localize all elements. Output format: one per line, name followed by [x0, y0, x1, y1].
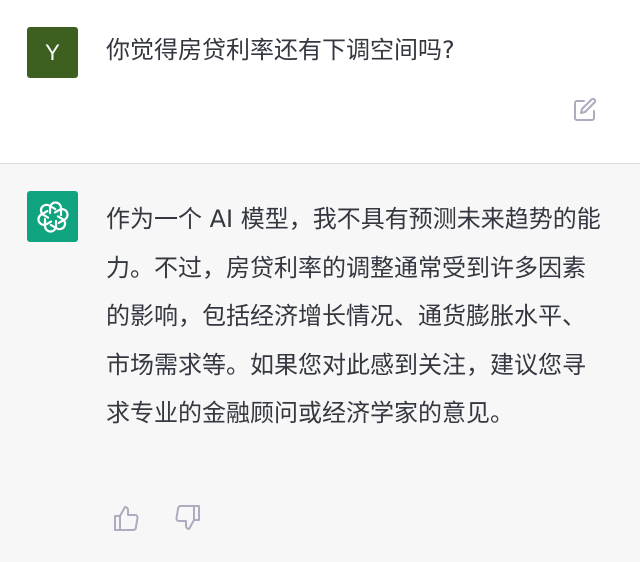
thumbs-up-icon[interactable]: [110, 502, 142, 534]
user-avatar: Y: [27, 27, 78, 78]
thumbs-down-icon[interactable]: [172, 502, 204, 534]
edit-icon[interactable]: [571, 96, 599, 124]
user-message-text: 你觉得房贷利率还有下调空间吗?: [106, 36, 455, 64]
assistant-message-row: 作为一个 AI 模型，我不具有预测未来趋势的能力。不过，房贷利率的调整通常受到许…: [0, 164, 640, 562]
user-avatar-letter: Y: [45, 39, 60, 65]
assistant-avatar: [27, 191, 78, 242]
openai-logo-icon: [36, 200, 69, 233]
user-message-row: Y 你觉得房贷利率还有下调空间吗?: [0, 0, 640, 163]
assistant-message-text: 作为一个 AI 模型，我不具有预测未来趋势的能力。不过，房贷利率的调整通常受到许…: [106, 205, 601, 427]
